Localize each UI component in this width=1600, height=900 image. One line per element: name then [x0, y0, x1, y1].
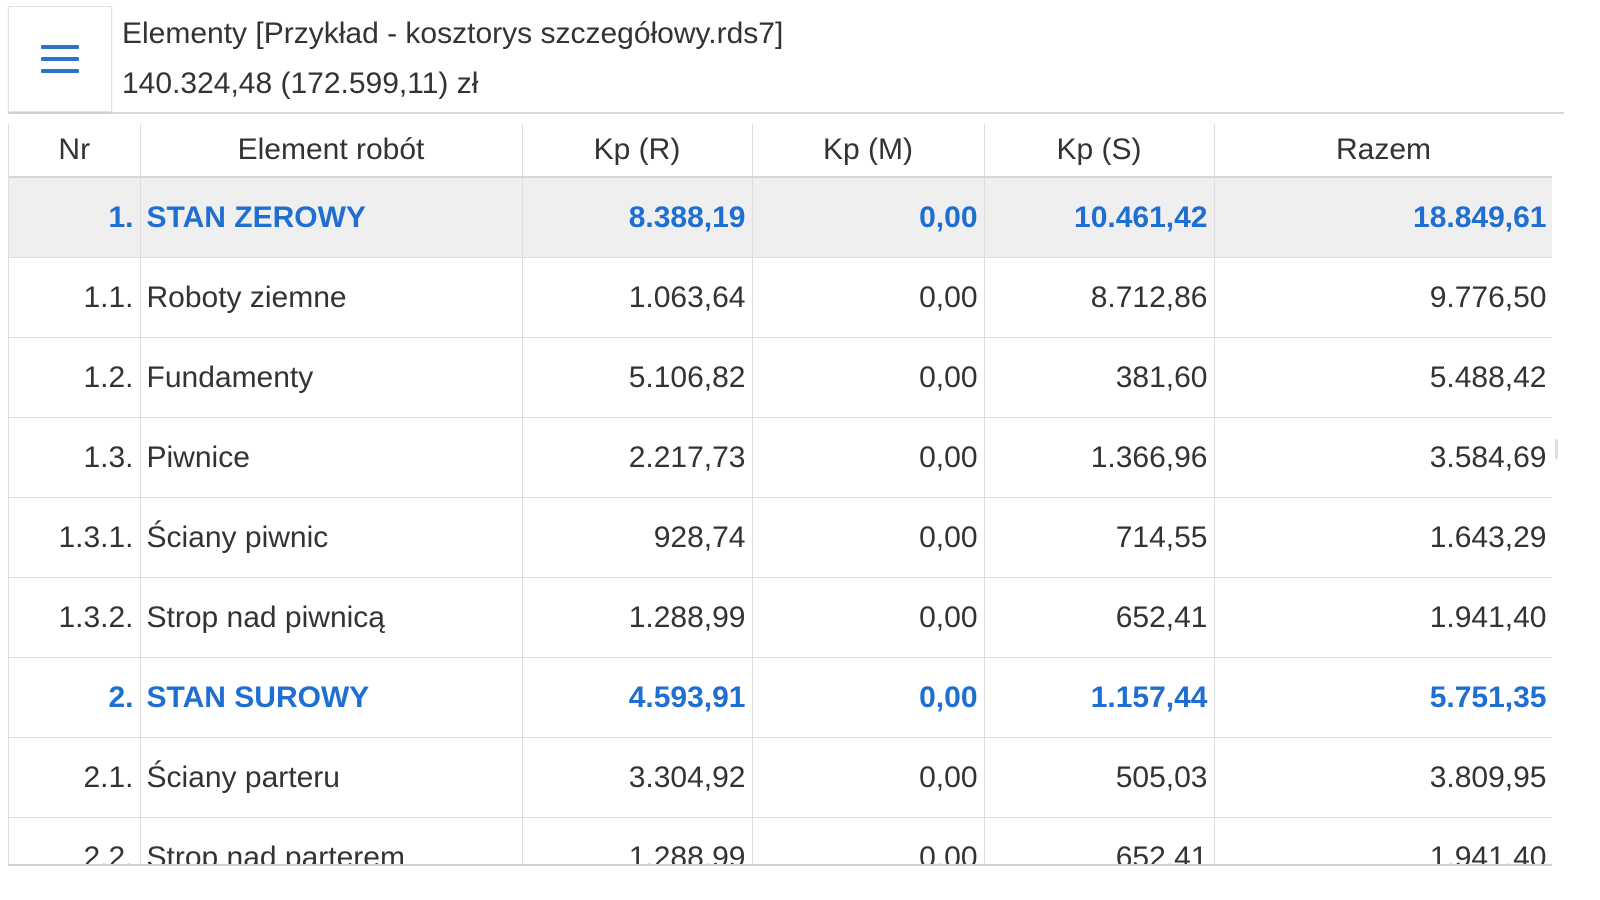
cell-kp-s: 505,03 [984, 737, 1215, 818]
cell-nr: 1.2. [9, 337, 141, 418]
cell-razem: 5.751,35 [1214, 657, 1552, 738]
cell-element: Strop nad piwnicą [140, 577, 523, 658]
cell-kp-m: 0,00 [752, 417, 985, 498]
cell-razem: 1.941,40 [1214, 817, 1552, 864]
cell-kp-r: 5.106,82 [522, 337, 753, 418]
table-row[interactable]: 1.1. Roboty ziemne 1.063,64 0,00 8.712,8… [9, 257, 1552, 338]
cell-kp-s: 652,41 [984, 577, 1215, 658]
cell-kp-m: 0,00 [752, 177, 985, 258]
column-header-element[interactable]: Element robót [140, 124, 523, 178]
cell-element: Fundamenty [140, 337, 523, 418]
cell-kp-r: 1.288,99 [522, 817, 753, 864]
page-title: Elementy [Przykład - kosztorys szczegóło… [122, 17, 784, 50]
cell-nr: 1.1. [9, 257, 141, 338]
elements-table: Nr Element robót Kp (R) Kp (M) Kp (S) Ra… [8, 124, 1552, 866]
cell-kp-r: 1.063,64 [522, 257, 753, 338]
cell-razem: 3.584,69 [1214, 417, 1552, 498]
cell-kp-m: 0,00 [752, 657, 985, 738]
cell-nr: 2.1. [9, 737, 141, 818]
cell-element: Ściany piwnic [140, 497, 523, 578]
cell-kp-s: 714,55 [984, 497, 1215, 578]
table-row[interactable]: 1.3.2. Strop nad piwnicą 1.288,99 0,00 6… [9, 577, 1552, 658]
cell-kp-m: 0,00 [752, 737, 985, 818]
cell-nr: 1.3. [9, 417, 141, 498]
cell-kp-r: 1.288,99 [522, 577, 753, 658]
hamburger-menu-icon [41, 45, 79, 73]
cell-kp-s: 652,41 [984, 817, 1215, 864]
cell-kp-s: 8.712,86 [984, 257, 1215, 338]
cell-nr: 2. [9, 657, 141, 738]
column-header-kp-r[interactable]: Kp (R) [522, 124, 753, 178]
total-cost: 140.324,48 (172.599,11) zł [122, 67, 479, 100]
cell-element: Strop nad parterem [140, 817, 523, 864]
cell-kp-m: 0,00 [752, 497, 985, 578]
cell-nr: 1.3.1. [9, 497, 141, 578]
cell-kp-m: 0,00 [752, 577, 985, 658]
cell-razem: 18.849,61 [1214, 177, 1552, 258]
column-header-kp-m[interactable]: Kp (M) [752, 124, 985, 178]
cell-element: Roboty ziemne [140, 257, 523, 338]
cell-kp-s: 1.157,44 [984, 657, 1215, 738]
table-row[interactable]: 1. STAN ZEROWY 8.388,19 0,00 10.461,42 1… [9, 177, 1552, 258]
cell-nr: 1. [9, 177, 141, 258]
menu-button[interactable] [8, 6, 112, 112]
column-header-kp-s[interactable]: Kp (S) [984, 124, 1215, 178]
cell-kp-s: 10.461,42 [984, 177, 1215, 258]
column-header-razem[interactable]: Razem [1214, 124, 1552, 178]
table-header-row: Nr Element robót Kp (R) Kp (M) Kp (S) Ra… [9, 124, 1552, 178]
cell-kp-r: 2.217,73 [522, 417, 753, 498]
cell-kp-r: 3.304,92 [522, 737, 753, 818]
cell-nr: 2.2. [9, 817, 141, 864]
header-title-block: Elementy [Przykład - kosztorys szczegóło… [122, 14, 1554, 104]
scrollbar-thumb[interactable] [1555, 439, 1558, 459]
column-header-nr[interactable]: Nr [9, 124, 141, 178]
cell-kp-m: 0,00 [752, 817, 985, 864]
cell-razem: 5.488,42 [1214, 337, 1552, 418]
table-row[interactable]: 1.3.1. Ściany piwnic 928,74 0,00 714,55 … [9, 497, 1552, 578]
table-row[interactable]: 2.1. Ściany parteru 3.304,92 0,00 505,03… [9, 737, 1552, 818]
cell-razem: 1.643,29 [1214, 497, 1552, 578]
vertical-scrollbar[interactable] [1552, 124, 1562, 866]
cell-kp-m: 0,00 [752, 257, 985, 338]
cell-element: Ściany parteru [140, 737, 523, 818]
cell-nr: 1.3.2. [9, 577, 141, 658]
table-row[interactable]: 1.3. Piwnice 2.217,73 0,00 1.366,96 3.58… [9, 417, 1552, 498]
table-row[interactable]: 2. STAN SUROWY 4.593,91 0,00 1.157,44 5.… [9, 657, 1552, 738]
table-row[interactable]: 2.2. Strop nad parterem 1.288,99 0,00 65… [9, 817, 1552, 864]
table-row[interactable]: 1.2. Fundamenty 5.106,82 0,00 381,60 5.4… [9, 337, 1552, 418]
cell-razem: 9.776,50 [1214, 257, 1552, 338]
cell-element: Piwnice [140, 417, 523, 498]
cell-kp-s: 1.366,96 [984, 417, 1215, 498]
cell-kp-s: 381,60 [984, 337, 1215, 418]
cell-element: STAN SUROWY [140, 657, 523, 738]
cell-kp-r: 8.388,19 [522, 177, 753, 258]
cell-element: STAN ZEROWY [140, 177, 523, 258]
cell-kp-m: 0,00 [752, 337, 985, 418]
cell-razem: 1.941,40 [1214, 577, 1552, 658]
cell-razem: 3.809,95 [1214, 737, 1552, 818]
cell-kp-r: 928,74 [522, 497, 753, 578]
app-header: Elementy [Przykład - kosztorys szczegóło… [8, 6, 1564, 114]
cell-kp-r: 4.593,91 [522, 657, 753, 738]
